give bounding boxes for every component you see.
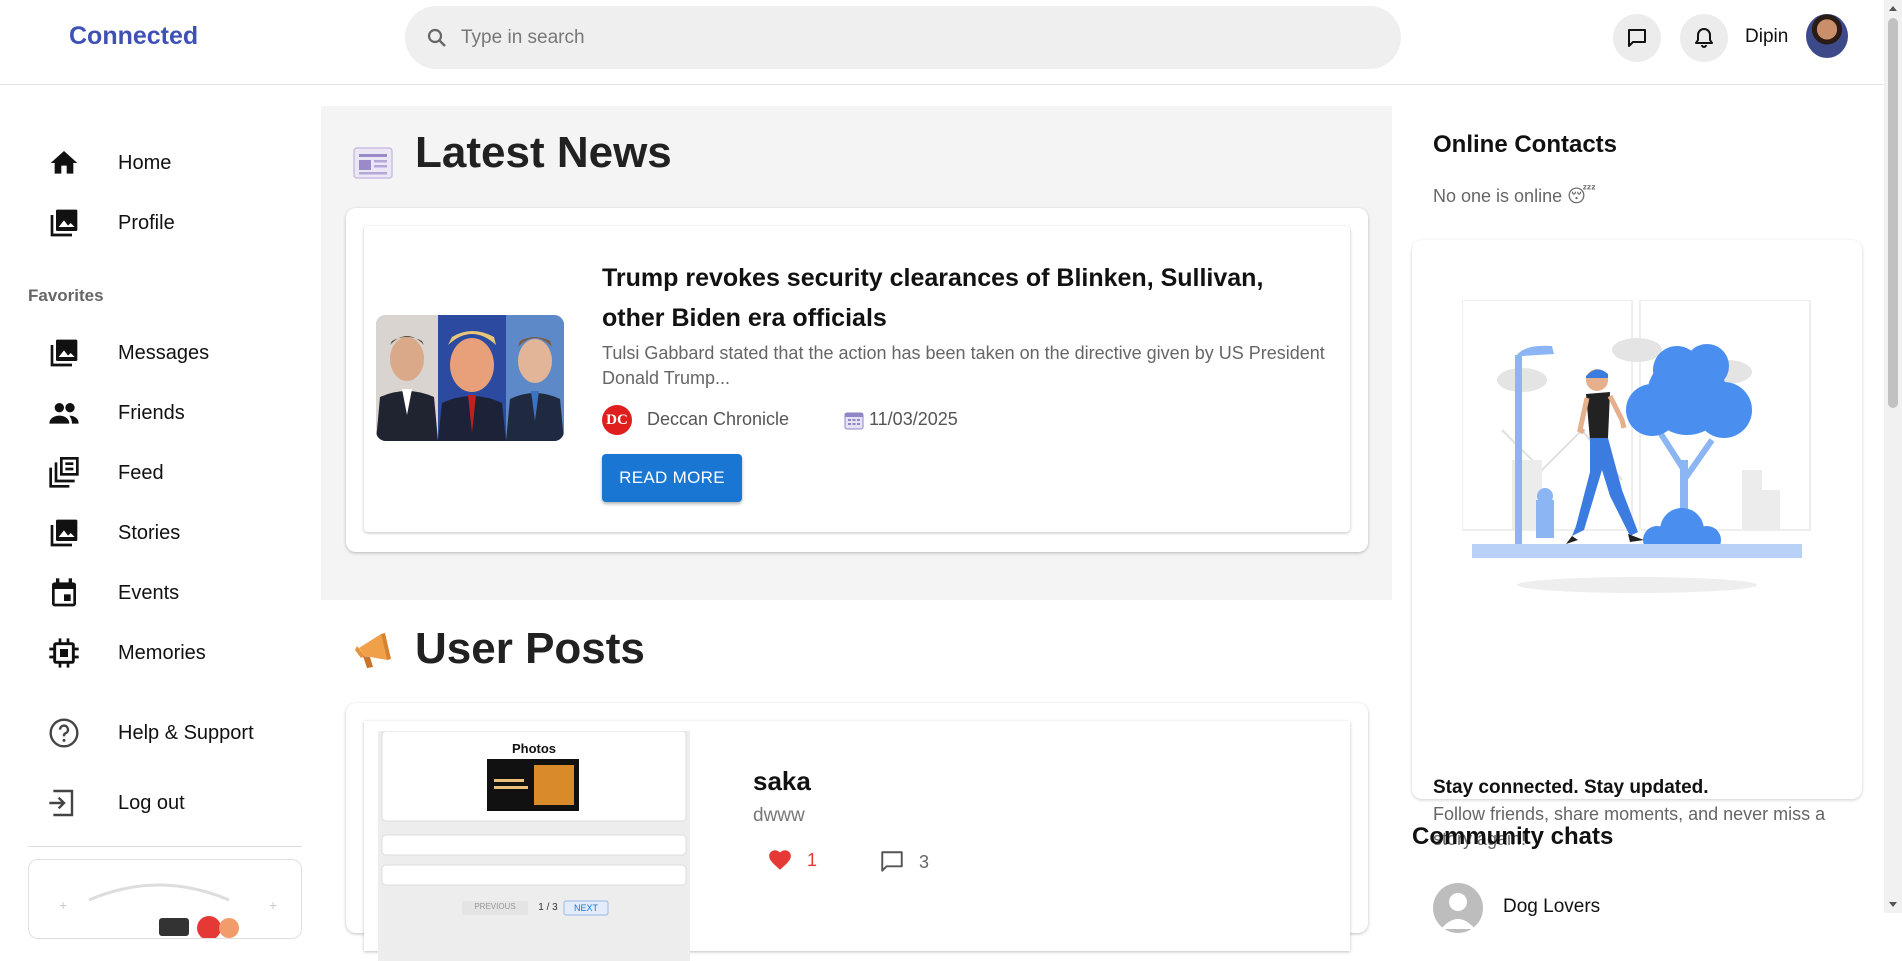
sidebar-item-friends[interactable]: Friends	[48, 388, 185, 438]
svg-text:+: +	[269, 897, 277, 913]
people-icon	[49, 403, 79, 424]
post-card-container: Photos PREVIOUS 1 / 3 NEXT saka dwww 1 3	[346, 703, 1368, 961]
post-card: Photos PREVIOUS 1 / 3 NEXT saka dwww 1 3	[364, 721, 1350, 961]
news-section: Latest News Trump revokes security clear…	[321, 106, 1392, 600]
news-date: 11/03/2025	[869, 409, 958, 429]
sidebar-item-logout[interactable]: Log out	[48, 778, 185, 828]
right-panel: Online Contacts No one is online 😴 Stay …	[1393, 86, 1884, 933]
home-icon	[50, 151, 78, 174]
read-more-button[interactable]: READ MORE	[602, 454, 742, 502]
comment-icon	[881, 851, 903, 872]
image-icon	[50, 339, 78, 367]
sidebar-item-label: Home	[118, 151, 172, 174]
news-photo	[376, 315, 564, 441]
sidebar-item-help[interactable]: Help & Support	[48, 708, 254, 758]
search-input[interactable]	[461, 26, 1361, 49]
avatar[interactable]	[1806, 14, 1848, 58]
post-thumb-pager: 1 / 3	[538, 902, 558, 913]
top-bar: Connected Dipin	[0, 0, 1884, 85]
stay-connected-heading: Stay connected. Stay updated.	[1433, 777, 1709, 798]
news-description: Tulsi Gabbard stated that the action has…	[602, 343, 1325, 388]
chip-icon	[49, 638, 79, 668]
news-image[interactable]	[376, 315, 564, 441]
sidebar-item-profile[interactable]: Profile	[48, 198, 175, 248]
event-icon	[52, 578, 76, 607]
news-headline[interactable]: Trump revokes security clearances of Bli…	[602, 258, 1332, 338]
chat-icon	[1628, 29, 1646, 47]
online-contacts-title: Online Contacts	[1433, 131, 1618, 158]
favorites-heading: Favorites	[28, 286, 104, 305]
like-button[interactable]: 1	[767, 847, 817, 873]
svg-text:+: +	[59, 897, 67, 913]
sidebar-item-label: Events	[118, 581, 180, 604]
notifications-button[interactable]	[1680, 14, 1728, 62]
post-preview-image	[378, 731, 690, 961]
sleeping-emoji-icon: 😴	[1567, 186, 1596, 206]
main-content: Latest News Trump revokes security clear…	[321, 86, 1393, 961]
stay-connected-card: Stay connected. Stay updated. Follow fri…	[1412, 240, 1862, 849]
online-contacts-empty: No one is online 😴	[1433, 186, 1596, 207]
sidebar-item-memories[interactable]: Memories	[48, 628, 206, 678]
post-thumb-next-button: NEXT	[573, 903, 598, 913]
messages-button[interactable]	[1613, 14, 1661, 62]
sidebar-item-label: Feed	[118, 461, 164, 484]
sidebar-item-label: Help & Support	[118, 721, 254, 744]
news-source: Deccan Chronicle	[647, 409, 790, 429]
brand-logo[interactable]: Connected	[69, 22, 198, 51]
user-posts-title: User Posts	[415, 624, 645, 673]
like-count: 1	[807, 849, 818, 870]
image-icon	[50, 519, 78, 547]
search-icon	[427, 28, 446, 47]
comment-button[interactable]: 3	[879, 849, 929, 875]
comment-count: 3	[919, 851, 930, 872]
sidebar-promo-card: + +	[28, 859, 302, 939]
sidebar-item-messages[interactable]: Messages	[48, 328, 209, 378]
community-avatar[interactable]	[1433, 883, 1483, 933]
sidebar-item-label: Stories	[118, 521, 181, 544]
sidebar-item-label: Profile	[118, 211, 175, 234]
sidebar-item-events[interactable]: Events	[48, 568, 179, 618]
bell-icon	[1695, 28, 1713, 48]
person-icon	[1441, 893, 1475, 929]
community-name[interactable]: Dog Lovers	[1503, 896, 1600, 918]
username[interactable]: Dipin	[1745, 26, 1788, 48]
source-logo: DC	[602, 405, 632, 435]
sidebar-divider	[28, 846, 302, 847]
sidebar-item-label: Log out	[118, 791, 185, 814]
sidebar-item-feed[interactable]: Feed	[48, 448, 164, 498]
walking-person-illustration	[1462, 300, 1811, 593]
megaphone-icon	[355, 633, 391, 668]
promo-illustration: + +	[59, 883, 277, 938]
help-icon	[49, 718, 79, 748]
news-card: Trump revokes security clearances of Bli…	[364, 226, 1350, 532]
sidebar-item-label: Messages	[118, 341, 210, 364]
search-bar[interactable]	[405, 6, 1401, 69]
sidebar: Home Profile Favorites Messages Friends …	[0, 86, 320, 939]
latest-news-title: Latest News	[415, 128, 672, 177]
sidebar-item-home[interactable]: Home	[48, 138, 171, 188]
post-username[interactable]: saka	[753, 766, 811, 797]
post-text: dwww	[753, 805, 805, 826]
calendar-icon	[844, 412, 864, 430]
post-thumb-prev-button: PREVIOUS	[474, 902, 516, 911]
image-icon	[50, 209, 78, 237]
library-icon	[49, 457, 79, 488]
post-thumb-title: Photos	[511, 741, 557, 756]
sidebar-item-label: Memories	[118, 641, 206, 664]
heart-icon	[769, 850, 791, 870]
scroll-up-arrow-icon[interactable]	[1889, 6, 1897, 11]
scrollbar[interactable]	[1884, 0, 1902, 913]
newspaper-icon	[353, 147, 393, 179]
sidebar-item-label: Friends	[118, 401, 185, 424]
logout-icon	[49, 789, 74, 817]
sidebar-item-stories[interactable]: Stories	[48, 508, 180, 558]
online-empty-text: No one is online	[1433, 186, 1563, 206]
scroll-down-arrow-icon[interactable]	[1889, 902, 1897, 907]
post-thumbnail[interactable]: Photos PREVIOUS 1 / 3 NEXT	[378, 731, 690, 961]
scroll-thumb[interactable]	[1888, 18, 1898, 408]
news-card-container: Trump revokes security clearances of Bli…	[346, 208, 1368, 552]
community-chats-title: Community chats	[1412, 823, 1614, 850]
